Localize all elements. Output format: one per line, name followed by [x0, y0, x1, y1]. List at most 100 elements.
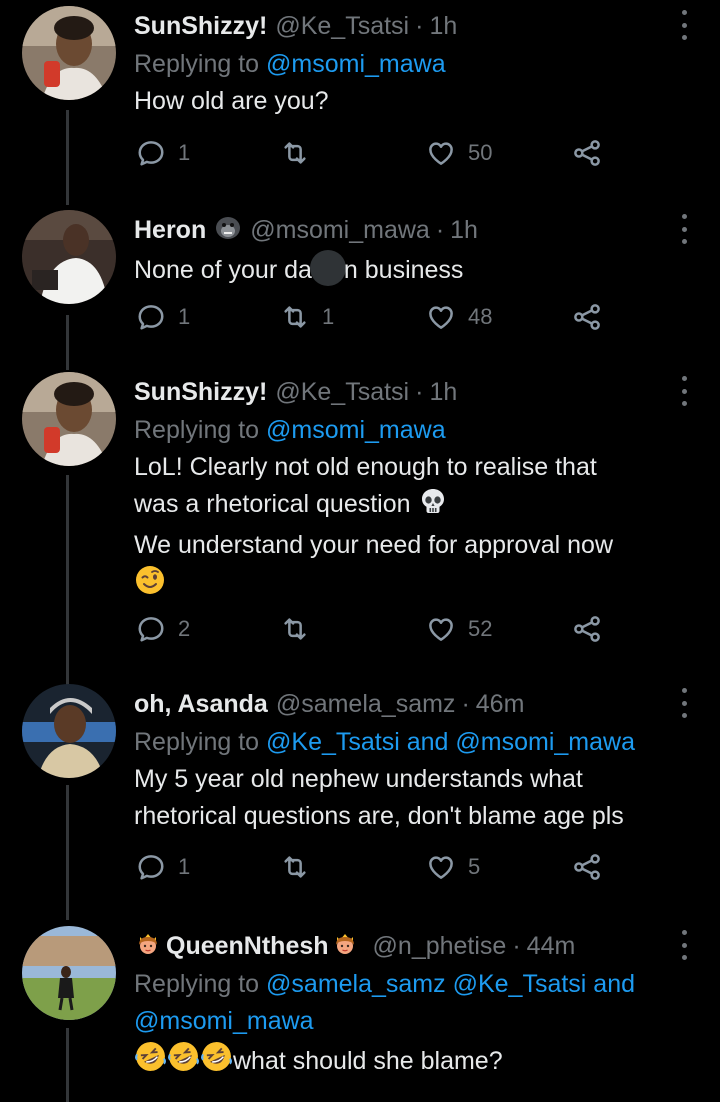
- rolling-on-floor-laughing-emoji-icon: [134, 1040, 167, 1084]
- more-options-icon[interactable]: [678, 214, 690, 244]
- separator-dot: ·: [435, 215, 445, 244]
- reply-count: 2: [178, 616, 191, 641]
- retweet-button[interactable]: [280, 612, 322, 646]
- avatar[interactable]: [22, 684, 116, 778]
- tweet-text: None of your da n business: [134, 250, 694, 289]
- tweet-text-line-wrapper: was a rhetorical question: [134, 486, 694, 527]
- thread-line: [66, 785, 69, 920]
- like-button[interactable]: 50: [426, 136, 492, 170]
- reply-button[interactable]: 1: [136, 136, 190, 170]
- avatar[interactable]: [22, 210, 116, 304]
- more-options-icon[interactable]: [678, 688, 690, 718]
- like-button[interactable]: 48: [426, 300, 492, 334]
- reply-count: 1: [178, 304, 191, 329]
- reply-icon: [138, 617, 164, 642]
- rolling-on-floor-laughing-emoji-icon: [200, 1040, 233, 1084]
- replying-to-label: Replying to: [134, 970, 260, 998]
- mention-link[interactable]: @Ke_Tsatsi and @msomi_mawa: [266, 728, 635, 756]
- avatar[interactable]: [22, 6, 116, 100]
- heart-icon: [429, 306, 453, 329]
- like-count: 52: [468, 616, 493, 641]
- retweet-icon: [284, 618, 306, 640]
- retweet-icon: [284, 306, 306, 328]
- winking-face-emoji-icon: [134, 564, 166, 607]
- tweet-emoji-line: [134, 564, 694, 607]
- more-options-icon[interactable]: [678, 930, 690, 960]
- tweet-text-line: We understand your need for approval now: [134, 531, 614, 559]
- avatar[interactable]: [22, 372, 116, 466]
- replying-to: Replying to @samela_samz @Ke_Tsatsi and …: [134, 966, 694, 1040]
- like-button[interactable]: 52: [426, 612, 492, 646]
- separator-dot: ·: [415, 377, 424, 406]
- retweet-button[interactable]: [280, 850, 322, 884]
- tweet-text-line: was a rhetorical question: [134, 490, 411, 518]
- tweet-text: How old are you?: [134, 87, 329, 115]
- reply-button[interactable]: 1: [136, 300, 190, 334]
- reply-icon: [138, 305, 164, 330]
- reply-count: 1: [178, 140, 191, 165]
- share-icon: [574, 854, 600, 880]
- tweet-text: LoL! Clearly not old enough to realise t…: [134, 449, 694, 607]
- timestamp[interactable]: 1h: [450, 216, 478, 245]
- timestamp[interactable]: 1h: [429, 12, 457, 41]
- separator-dot: ·: [461, 689, 470, 718]
- display-name[interactable]: SunShizzy!: [134, 378, 267, 407]
- mention-link[interactable]: @msomi_mawa: [266, 50, 446, 78]
- share-button[interactable]: [572, 850, 602, 884]
- share-icon: [574, 616, 600, 642]
- tweet-text-line: My 5 year old nephew understands what: [134, 765, 583, 793]
- reply-icon: [138, 141, 164, 166]
- princess-emoji-icon: [331, 929, 359, 964]
- share-icon: [574, 140, 600, 166]
- replying-to-label: Replying to: [134, 728, 260, 756]
- handle[interactable]: @msomi_mawa: [250, 216, 430, 245]
- mention-link[interactable]: @samela_samz @Ke_Tsatsi and: [266, 970, 635, 998]
- share-icon: [574, 304, 600, 330]
- handle[interactable]: @Ke_Tsatsi: [275, 378, 409, 407]
- skull-emoji-icon: [418, 486, 448, 527]
- share-button[interactable]: [572, 136, 602, 170]
- reply-icon: [138, 855, 164, 880]
- handle[interactable]: @samela_samz: [276, 690, 456, 719]
- like-count: 48: [468, 304, 493, 329]
- handle[interactable]: @Ke_Tsatsi: [275, 12, 409, 41]
- separator-dot: ·: [415, 11, 424, 40]
- timestamp[interactable]: 44m: [527, 932, 576, 961]
- display-name[interactable]: QueenNthesh: [166, 932, 329, 961]
- display-name[interactable]: oh, Asanda: [134, 690, 268, 719]
- handle[interactable]: @n_phetise: [373, 932, 507, 961]
- display-name[interactable]: SunShizzy!: [134, 12, 267, 41]
- replying-to-label: Replying to: [134, 50, 260, 78]
- more-options-icon[interactable]: [678, 376, 690, 406]
- timestamp[interactable]: 1h: [429, 378, 457, 407]
- retweet-count: 1: [322, 304, 335, 329]
- thread-line: [66, 315, 69, 370]
- heart-icon: [429, 142, 453, 165]
- mention-link[interactable]: @msomi_mawa: [266, 416, 446, 444]
- retweet-button[interactable]: 1: [280, 300, 334, 334]
- princess-emoji-icon: [134, 929, 162, 964]
- reply-count: 1: [178, 854, 191, 879]
- share-button[interactable]: [572, 612, 602, 646]
- timestamp[interactable]: 46m: [476, 690, 525, 719]
- retweet-button[interactable]: [280, 136, 322, 170]
- like-count: 50: [468, 140, 493, 165]
- more-options-icon[interactable]: [678, 10, 690, 40]
- share-button[interactable]: [572, 300, 602, 334]
- replying-to: Replying to @Ke_Tsatsi and @msomi_mawa: [134, 724, 694, 761]
- like-button[interactable]: 5: [426, 850, 480, 884]
- tweet-text-part: what should she blame?: [233, 1047, 503, 1075]
- gorilla-emoji-icon: [214, 214, 242, 247]
- tweet-text-part: n business: [343, 256, 464, 284]
- mention-link[interactable]: @msomi_mawa: [134, 1003, 694, 1040]
- thread-line: [66, 110, 69, 205]
- reply-button[interactable]: 1: [136, 850, 190, 884]
- thread-line: [66, 475, 69, 685]
- reply-button[interactable]: 2: [136, 612, 190, 646]
- tweet-text-part: None of your da: [134, 256, 312, 284]
- replying-to: Replying to @msomi_mawa: [134, 46, 694, 83]
- display-name[interactable]: Heron: [134, 216, 206, 245]
- avatar[interactable]: [22, 926, 116, 1020]
- replying-to: Replying to @msomi_mawa: [134, 412, 694, 449]
- like-count: 5: [468, 854, 481, 879]
